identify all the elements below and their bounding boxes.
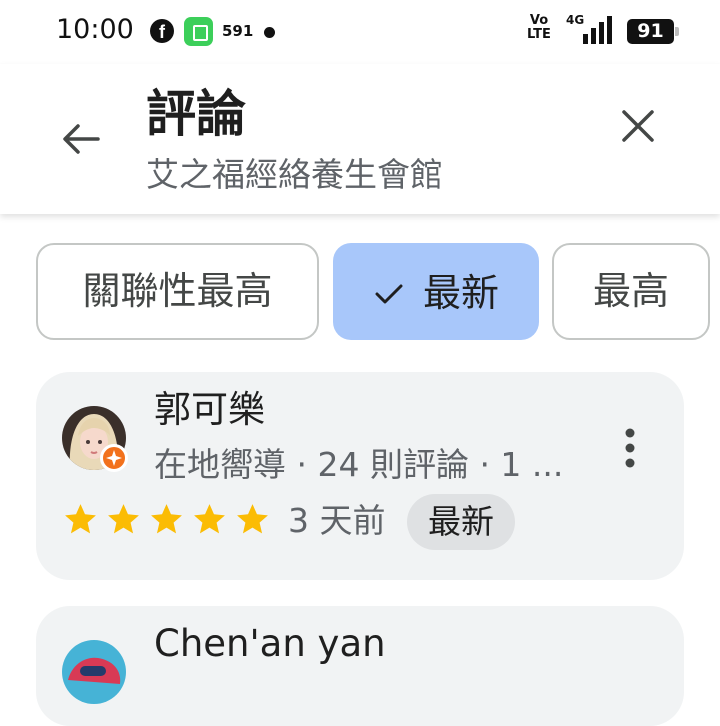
star-rating	[62, 501, 271, 538]
volte-indicator: Vo LTE	[527, 13, 551, 42]
reviewer-name[interactable]: 郭可樂	[154, 388, 265, 432]
sort-chip-label: 關聯性最高	[82, 269, 273, 313]
signal-strength-icon	[583, 16, 612, 44]
app-notification-icon	[184, 17, 213, 46]
page-title: 評論	[146, 85, 246, 143]
more-options-icon[interactable]	[616, 426, 644, 470]
review-card: Chen'an yan	[36, 606, 684, 726]
review-time: 3 天前	[288, 501, 386, 540]
sort-chip-label: 最新	[422, 271, 499, 315]
close-icon[interactable]	[614, 102, 662, 150]
sort-chip-most-relevant[interactable]: 關聯性最高	[36, 243, 319, 340]
reviewer-meta: 在地嚮導 · 24 則評論 · 1 ...	[154, 445, 564, 484]
arrow-back-icon[interactable]	[58, 116, 104, 162]
reviewer-avatar[interactable]	[62, 640, 126, 704]
status-bar: 10:00 f 591 Vo LTE 4G 91	[0, 0, 720, 64]
local-guide-badge-icon	[100, 444, 128, 472]
place-name: 艾之福經絡養生會館	[146, 155, 443, 194]
star-icon	[108, 504, 139, 534]
reviews-header: 評論 艾之福經絡養生會館	[0, 64, 720, 214]
check-icon	[375, 284, 403, 303]
avatar-photo	[62, 640, 126, 704]
star-icon	[151, 504, 182, 534]
sort-chip-label: 最高	[592, 269, 669, 313]
more-notifications-dot-icon	[264, 27, 275, 38]
star-icon	[194, 504, 225, 534]
reviewer-name[interactable]: Chen'an yan	[154, 622, 386, 666]
star-icon	[65, 504, 96, 534]
sort-chip-newest[interactable]: 最新	[333, 243, 539, 340]
app-591-notification-icon: 591	[222, 22, 254, 40]
facebook-notification-icon: f	[150, 19, 174, 43]
status-time: 10:00	[56, 14, 134, 45]
newest-badge: 最新	[407, 494, 515, 550]
sort-chip-highest[interactable]: 最高	[552, 243, 710, 340]
review-card: 郭可樂 在地嚮導 · 24 則評論 · 1 ... 3 天前 最新	[36, 372, 684, 580]
battery-icon: 91	[627, 19, 679, 44]
reviewer-avatar[interactable]	[62, 406, 128, 472]
star-icon	[237, 504, 268, 534]
